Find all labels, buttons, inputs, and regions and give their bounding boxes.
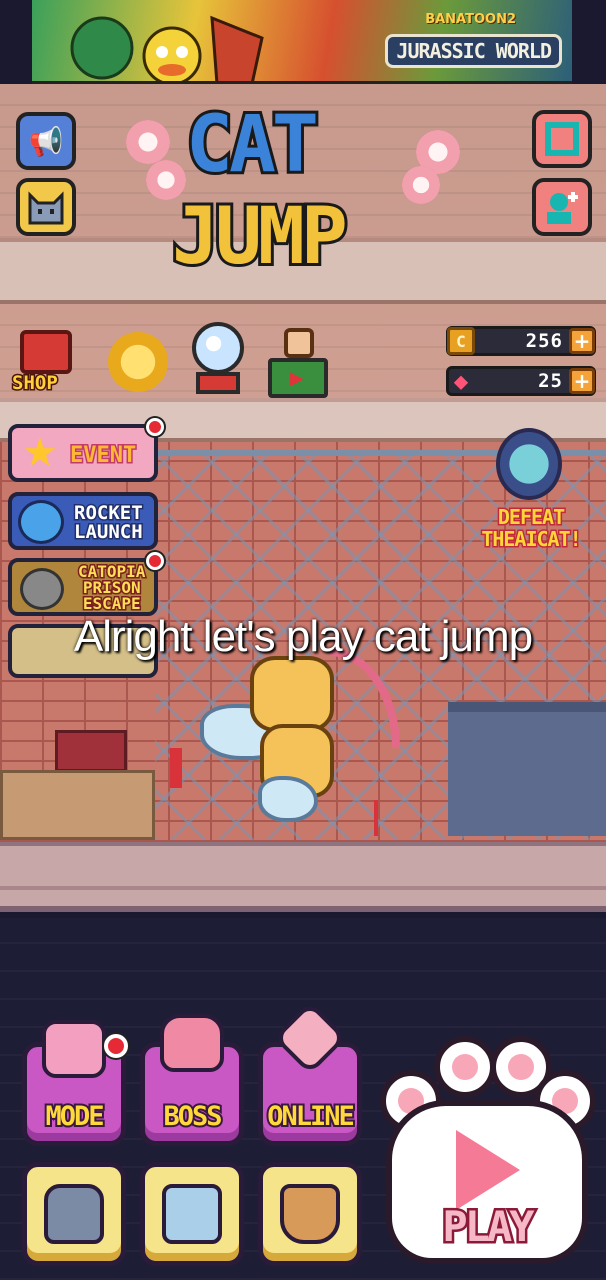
- rocket-label-line2: LAUNCH: [73, 521, 145, 543]
- defeat-label-line2: THEAICAT!: [480, 527, 583, 552]
- gem-counter: ◆ 25 +: [446, 366, 596, 396]
- defeat-label-line1: DEFEAT: [496, 505, 566, 530]
- boss-cat-icon: [160, 1014, 224, 1072]
- coin-amount: 256: [525, 330, 563, 352]
- coin-counter: C 256 +: [446, 326, 596, 356]
- rocket-icon: [18, 500, 64, 544]
- cat-face-icon: [28, 191, 64, 225]
- add-gems-button[interactable]: +: [569, 368, 595, 394]
- ad-banner[interactable]: BANATOON2 JURASSIC WORLD: [32, 0, 572, 84]
- event-label: EVENT: [68, 443, 137, 468]
- logo-word-jump: JUMP: [169, 189, 351, 285]
- cupid-cat-character: [200, 648, 410, 832]
- play-icon: [456, 1130, 520, 1210]
- cardboard-boxes: [0, 770, 155, 840]
- video-reward-button[interactable]: ▶: [264, 326, 336, 398]
- ai-cat-icon: [496, 428, 562, 500]
- play-label: PLAY: [440, 1200, 537, 1254]
- cat-collection-button[interactable]: [22, 1162, 126, 1266]
- building-icon: [162, 1184, 222, 1244]
- play-button[interactable]: PLAY: [376, 1030, 598, 1266]
- add-coins-button[interactable]: +: [569, 328, 595, 354]
- gem-amount: 25: [538, 370, 563, 392]
- gacha-button[interactable]: [186, 320, 258, 394]
- friends-button[interactable]: [532, 178, 592, 236]
- flower-decoration: [402, 166, 440, 204]
- prison-label-line3: ESCAPE: [81, 594, 142, 613]
- megaphone-icon: 📢: [28, 124, 64, 158]
- cupid-bow: [330, 648, 400, 748]
- mode-notification-dot: [104, 1034, 128, 1058]
- ad-title-text: JURASSIC WORLD: [385, 34, 562, 68]
- gem-icon: ◆: [453, 367, 469, 395]
- screenshot-button[interactable]: [532, 110, 592, 168]
- defeat-label: DEFEAT THEAICAT!: [466, 505, 596, 552]
- add-friend-icon: [547, 192, 578, 224]
- cat-collection-icon: [44, 1184, 104, 1244]
- basket-button[interactable]: [258, 1162, 362, 1266]
- sidewalk: [0, 842, 606, 912]
- event-button[interactable]: ★ EVENT: [8, 424, 158, 482]
- frame-icon: [545, 122, 579, 156]
- cat-head: [250, 656, 334, 732]
- prison-label: CATOPIA PRISON ESCAPE: [76, 562, 146, 613]
- red-crate: [55, 730, 127, 772]
- prison-escape-button[interactable]: CATOPIA PRISON ESCAPE: [8, 558, 158, 616]
- prison-notification-dot: [146, 552, 164, 570]
- online-label: ONLINE: [265, 1099, 357, 1134]
- medal-icon: [108, 332, 168, 392]
- medal-button[interactable]: [104, 326, 176, 398]
- online-button[interactable]: ONLINE: [258, 1001, 362, 1146]
- dumpster: [448, 702, 606, 836]
- event-notification-dot: [146, 418, 164, 436]
- flower-decoration: [126, 120, 170, 164]
- boss-label: BOSS: [161, 1099, 224, 1134]
- ad-art-image: [70, 15, 264, 81]
- basket-icon: [280, 1184, 340, 1244]
- game-logo: CAT JUMP: [126, 97, 460, 296]
- logo-word-cat: CAT: [183, 97, 322, 193]
- defeat-ai-cat-button[interactable]: DEFEAT THEAICAT!: [466, 428, 596, 562]
- rocket-label: ROCKET LAUNCH: [73, 502, 145, 543]
- video-caption: Alright let's play cat jump: [73, 612, 533, 661]
- ad-publisher-text: BANATOON2: [425, 12, 516, 27]
- rocket-launch-button[interactable]: ROCKET LAUNCH: [8, 492, 158, 550]
- boss-button[interactable]: BOSS: [140, 1014, 244, 1146]
- arrow-marker: [170, 748, 182, 788]
- star-icon: ★: [22, 430, 58, 476]
- shop-label: SHOP: [11, 371, 60, 396]
- coin-icon: C: [447, 327, 475, 355]
- cat-cloud: [258, 776, 318, 822]
- streamer-avatar-icon: [284, 328, 314, 358]
- paw-toe: [434, 1036, 496, 1098]
- play-icon: ▶: [290, 368, 304, 389]
- gacha-machine-icon: [192, 322, 244, 374]
- gacha-base: [196, 372, 240, 394]
- game-console-icon: [42, 1020, 106, 1078]
- building-button[interactable]: [140, 1162, 244, 1266]
- treasure-chest-icon: [20, 330, 72, 374]
- shop-button[interactable]: SHOP: [10, 322, 82, 396]
- mode-label: MODE: [43, 1099, 106, 1134]
- announcement-button[interactable]: 📢: [16, 112, 76, 170]
- spoon-icon: [20, 568, 64, 610]
- profile-button[interactable]: [16, 178, 76, 236]
